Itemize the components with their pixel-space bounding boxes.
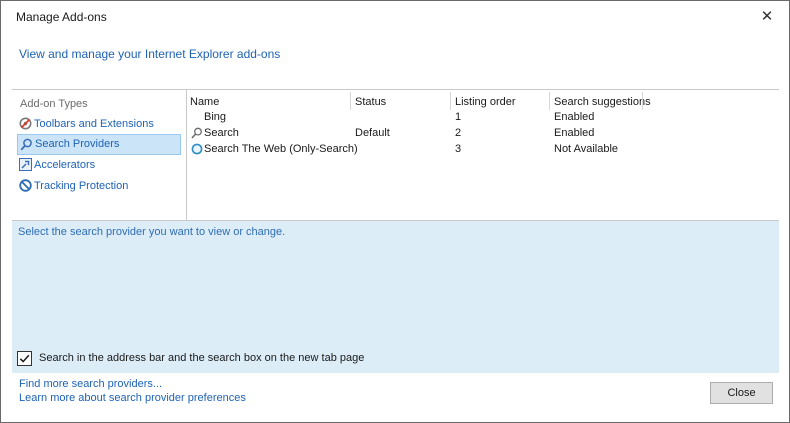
provider-status: Default	[355, 127, 390, 139]
provider-search-suggestions: Enabled	[554, 127, 595, 139]
magnifier-icon	[20, 138, 32, 151]
provider-listing-order: 2	[455, 127, 462, 139]
window-title: Manage Add-ons	[16, 10, 107, 24]
title-bar: Manage Add-ons ✕	[1, 1, 789, 33]
details-hint: Select the search provider you want to v…	[18, 226, 286, 238]
sidebar-item-toolbars-extensions[interactable]: Toolbars and Extensions	[17, 114, 181, 134]
provider-name: Bing	[204, 111, 227, 123]
find-more-providers-link[interactable]: Find more search providers...	[19, 378, 162, 390]
no-entry-icon	[19, 179, 32, 192]
address-bar-search-checkbox[interactable]	[17, 351, 32, 366]
learn-more-preferences-link[interactable]: Learn more about search provider prefere…	[19, 392, 246, 404]
search-providers-table: Name Status Listing order Search suggest…	[187, 90, 779, 220]
checkmark-icon	[19, 354, 30, 363]
table-row[interactable]: Search Default 2 Enabled	[187, 125, 779, 141]
addon-types-sidebar: Add-on Types Toolbars and Extensions Sea…	[12, 90, 187, 220]
sidebar-heading: Add-on Types	[20, 98, 88, 110]
accelerator-icon	[19, 158, 32, 171]
provider-listing-order: 1	[455, 111, 462, 123]
sidebar-item-label: Tracking Protection	[34, 180, 129, 192]
column-divider	[350, 92, 351, 110]
column-divider	[642, 92, 643, 110]
sidebar-item-accelerators[interactable]: Accelerators	[17, 155, 181, 175]
sidebar-item-search-providers[interactable]: Search Providers	[17, 134, 181, 155]
gear-block-icon	[19, 117, 32, 130]
column-header-status[interactable]: Status	[355, 94, 386, 110]
sidebar-item-label: Accelerators	[34, 159, 96, 171]
provider-search-suggestions: Not Available	[554, 143, 619, 155]
sidebar-item-tracking-protection[interactable]: Tracking Protection	[17, 176, 181, 196]
sidebar-item-label: Search Providers	[35, 138, 120, 150]
provider-listing-order: 3	[455, 143, 462, 155]
provider-name: Search	[204, 127, 239, 139]
provider-name: Search The Web (Only-Search)	[204, 143, 358, 155]
table-row[interactable]: Bing 1 Enabled	[187, 109, 779, 125]
details-panel: Select the search provider you want to v…	[12, 220, 779, 373]
manage-addons-window: Manage Add-ons ✕ View and manage your In…	[0, 0, 790, 423]
table-row[interactable]: Search The Web (Only-Search) 3 Not Avail…	[187, 141, 779, 157]
column-header-search-suggestions[interactable]: Search suggestions	[554, 94, 651, 110]
view-manage-addons-link[interactable]: View and manage your Internet Explorer a…	[19, 47, 280, 61]
sidebar-item-label: Toolbars and Extensions	[34, 118, 154, 130]
close-button[interactable]: Close	[710, 382, 773, 404]
circle-icon	[191, 143, 203, 155]
provider-search-suggestions: Enabled	[554, 111, 595, 123]
column-divider	[549, 92, 550, 110]
column-divider	[450, 92, 451, 110]
address-bar-search-label: Search in the address bar and the search…	[39, 352, 365, 364]
column-header-name[interactable]: Name	[190, 94, 219, 110]
column-header-listing-order[interactable]: Listing order	[455, 94, 516, 110]
magnifier-icon	[191, 127, 202, 139]
close-icon[interactable]: ✕	[755, 7, 779, 27]
